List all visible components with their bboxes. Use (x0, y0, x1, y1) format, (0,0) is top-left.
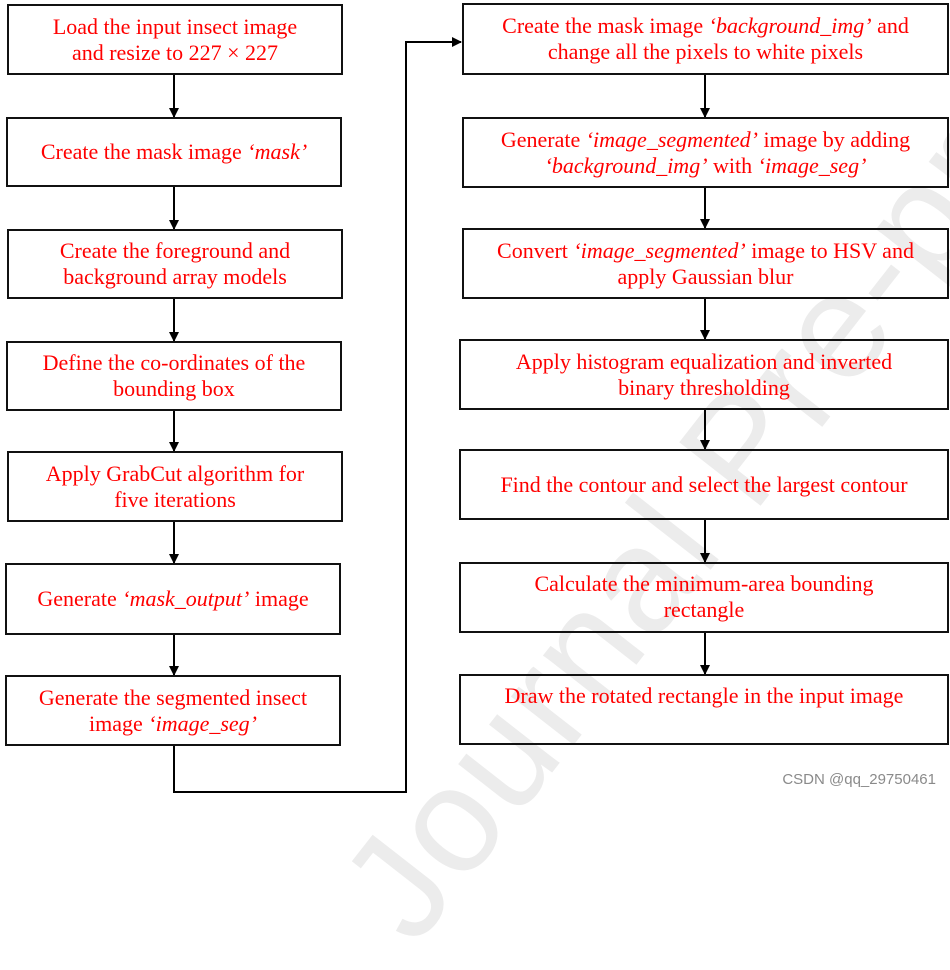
step-label: Draw the rotated rectangle in the input … (505, 683, 904, 709)
step-box-bounding-box-coords: Define the co-ordinates of the bounding b… (6, 341, 342, 411)
step-label: Convert ‘image_segmented’ image to HSV a… (497, 238, 914, 290)
step-label-text: Draw the rotated rectangle in the input … (504, 683, 904, 708)
step-label-text: Convert (497, 237, 574, 263)
step-label-text: Load the input insect image (52, 13, 298, 39)
step-label-text: Calculate the minimum-area bounding (534, 571, 874, 596)
step-label-text: Create the mask image (502, 13, 709, 38)
step-label: Find the contour and select the largest … (500, 472, 907, 498)
step-label-text: rectangle (663, 597, 745, 622)
step-label-italic-term: ‘mask’ (247, 139, 308, 164)
step-label: Apply GrabCut algorithm for five iteratio… (46, 461, 304, 513)
step-label: Generate ‘mask_output’ image (37, 586, 308, 612)
step-label-text: with (707, 152, 758, 178)
step-box-image-seg: Generate the segmented insect image ‘imag… (5, 675, 341, 746)
step-box-hsv-blur: Convert ‘image_segmented’ image to HSV a… (462, 228, 949, 299)
step-box-mask-output: Generate ‘mask_output’ image (5, 563, 341, 635)
step-label-text: image (88, 710, 149, 736)
step-label-italic-term: ‘background_img’ (708, 13, 872, 38)
step-label: Calculate the minimum-area bounding recta… (534, 571, 873, 623)
step-box-histogram-threshold: Apply histogram equalization and inverte… (459, 339, 949, 410)
step-label: Create the mask image ‘background_img’ a… (502, 13, 909, 65)
step-label-text: Generate the segmented insect (38, 684, 308, 710)
step-label-text: background array models (63, 264, 287, 289)
step-label: Create the mask image ‘mask’ (41, 139, 307, 165)
step-label-text: apply Gaussian blur (617, 263, 794, 289)
step-box-background-img: Create the mask image ‘background_img’ a… (462, 3, 949, 75)
step-label-text: and resize to 227 × 227 (71, 39, 279, 65)
step-label-italic-term: ‘background_img’ (544, 152, 708, 178)
step-label-text: binary thresholding (618, 374, 790, 400)
step-label-text: change all the pixels to white pixels (547, 39, 864, 64)
step-box-load-image: Load the input insect image and resize to… (7, 4, 343, 75)
step-label: Create the foreground and background arra… (60, 238, 290, 290)
step-label-italic-term: ‘image_segmented’ (585, 126, 759, 152)
step-label-text: Create the mask image (40, 139, 248, 164)
credit-watermark: CSDN @qq_29750461 (782, 771, 936, 788)
step-box-draw-rotated-rect: Draw the rotated rectangle in the input … (459, 674, 949, 745)
step-label-text: Create the foreground and (59, 238, 291, 263)
step-label: Generate ‘image_segmented’ image by addi… (501, 127, 910, 179)
step-label-text: Find the contour and select the largest … (500, 471, 908, 497)
step-box-largest-contour: Find the contour and select the largest … (459, 449, 949, 520)
step-label-text: and (871, 13, 909, 38)
step-label-text: bounding box (113, 376, 235, 401)
step-label-text: Generate (500, 126, 586, 152)
step-label: Generate the segmented insect image ‘imag… (39, 685, 307, 737)
step-label-italic-term: ‘mask_output’ (122, 586, 250, 611)
step-label-text: five iterations (114, 486, 236, 512)
step-label-italic-term: ‘image_seg’ (757, 152, 867, 178)
step-label-text: Apply histogram equalization and inverte… (515, 348, 893, 374)
step-label-italic-term: ‘image_seg’ (148, 710, 257, 736)
step-label-text: image to HSV and (745, 237, 914, 263)
step-label-text: Generate (37, 586, 123, 611)
step-label-text: Define the co-ordinates of the (42, 350, 306, 375)
step-label-text: image by adding (758, 126, 911, 152)
step-box-image-segmented: Generate ‘image_segmented’ image by addi… (462, 117, 949, 188)
step-label-italic-term: ‘image_segmented’ (573, 237, 746, 263)
step-box-grabcut: Apply GrabCut algorithm for five iteratio… (7, 451, 343, 522)
step-label-text: image (249, 586, 309, 611)
step-box-min-area-rect: Calculate the minimum-area bounding recta… (459, 562, 949, 633)
step-box-create-mask: Create the mask image ‘mask’ (6, 117, 342, 187)
step-label-text: Apply GrabCut algorithm for (45, 460, 305, 486)
step-label: Define the co-ordinates of the bounding b… (43, 350, 306, 402)
step-label: Apply histogram equalization and inverte… (516, 349, 892, 401)
step-box-fg-bg-models: Create the foreground and background arra… (7, 229, 343, 299)
step-label: Load the input insect image and resize to… (53, 14, 297, 66)
